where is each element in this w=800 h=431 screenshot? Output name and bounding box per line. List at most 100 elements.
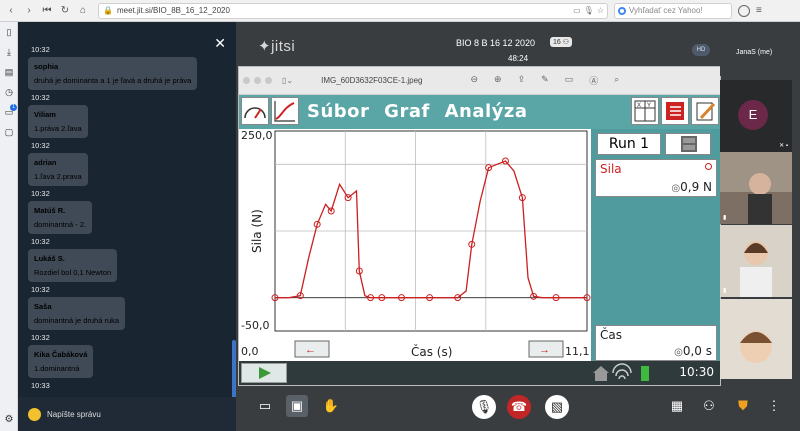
play-button[interactable]	[241, 363, 287, 383]
notebook-icon[interactable]	[691, 97, 719, 125]
emoji-icon[interactable]	[28, 407, 41, 421]
meter-icon[interactable]	[241, 97, 269, 125]
participant-video[interactable]: ▮	[720, 152, 792, 224]
share-icon[interactable]: ⇪	[518, 74, 526, 87]
message-time: 10:32	[31, 141, 50, 150]
bookmark-icon[interactable]: ☆	[597, 6, 604, 15]
time-name: Čas	[600, 328, 622, 342]
home-icon[interactable]: ⌂	[76, 5, 90, 16]
sensor-readout[interactable]: Sila ◎0,9 N	[595, 159, 717, 197]
history-icon[interactable]: ◷	[0, 82, 18, 102]
raise-hand-icon[interactable]: ✋	[320, 395, 342, 417]
first-icon[interactable]: ⏮	[40, 5, 54, 16]
url-text: meet.jit.si/BIO_8B_16_12_2020	[116, 6, 230, 15]
message-time: 10:32	[31, 189, 50, 198]
conference-timer: 48:24	[508, 54, 529, 63]
more-options-icon[interactable]: ⋮	[763, 395, 785, 417]
message-time: 10:32	[31, 285, 50, 294]
close-window-button[interactable]	[243, 77, 250, 84]
force-graph[interactable]: 250,0 -50,0 Sila (N) 0,0 11,1 Čas (s) ← →	[239, 129, 591, 361]
downloads-icon[interactable]: ⤓	[0, 42, 18, 62]
window-icon[interactable]: ▢	[0, 122, 18, 142]
labquest-screen: Súbor Graf Analýza XY 250,0 -50,0 Sila (N)…	[239, 95, 720, 385]
viewer-filename: IMG_60D3632F03CE-1.jpeg	[321, 76, 423, 85]
svg-text:X: X	[637, 103, 641, 109]
labquest-menu[interactable]: Súbor Graf Analýza	[307, 101, 528, 122]
sidebar-toggle-icon[interactable]: ▯⌄	[282, 76, 293, 85]
rotate-icon[interactable]: ▭	[565, 74, 574, 87]
annotate-icon[interactable]: Ⓐ	[589, 74, 598, 87]
reload-icon[interactable]: ↻	[58, 5, 72, 16]
chat-message: Kika Čabáková 1.dominantná	[28, 345, 94, 378]
labquest-clock: 10:30	[679, 365, 714, 379]
gear-icon[interactable]: ⚙	[0, 414, 18, 425]
participant-video[interactable]	[720, 299, 792, 379]
file-cabinet-icon[interactable]	[665, 133, 711, 155]
zero-icon[interactable]: ◎	[671, 183, 680, 194]
markup-icon[interactable]: ✎	[541, 74, 549, 87]
microphone-icon[interactable]: 🎙	[472, 395, 496, 419]
message-text: 1.dominantná	[34, 364, 80, 373]
graph-area[interactable]: 250,0 -50,0 Sila (N) 0,0 11,1 Čas (s) ← →	[239, 129, 591, 361]
time-readout[interactable]: Čas ◎0,0 s	[595, 325, 717, 361]
zoom-out-icon[interactable]: ⊖	[471, 74, 479, 87]
time-value: 0,0 s	[682, 344, 712, 358]
forward-icon[interactable]: ›	[22, 5, 36, 16]
status-icons	[593, 363, 649, 381]
address-bar[interactable]: 🔒 meet.jit.si/BIO_8B_16_12_2020 ▭ 🎙 ☆	[98, 2, 608, 19]
chat-message: sophia druhá je dominanta a 1 je ľavá a d…	[28, 57, 198, 90]
search-icon[interactable]: ⌕	[614, 74, 619, 87]
message-text: 1.práva 2.ľava	[34, 124, 82, 133]
run-selector[interactable]: Run 1	[597, 133, 661, 155]
bookmarks-icon[interactable]: ▯	[0, 22, 18, 42]
message-text: dominantná je druhá ruka	[34, 316, 120, 325]
message-author: Saša	[34, 302, 52, 311]
zoom-in-icon[interactable]: ⊕	[494, 74, 502, 87]
menu-icon[interactable]: ≡	[756, 5, 762, 16]
back-icon[interactable]: ‹	[4, 5, 18, 16]
profile-icon[interactable]	[738, 4, 750, 17]
zoom-window-button[interactable]	[265, 77, 272, 84]
chat-toggle-icon[interactable]: ▭	[254, 395, 276, 417]
security-shield-icon[interactable]: ⛊	[732, 395, 754, 417]
sensor-marker-icon	[705, 163, 712, 170]
camera-off-icon[interactable]: ▧	[545, 395, 569, 419]
screen-share-icon[interactable]: ▣	[286, 395, 308, 417]
notes-icon[interactable]: ▤	[0, 62, 18, 82]
minimize-window-button[interactable]	[254, 77, 261, 84]
camera-permission-icon[interactable]: ▭	[573, 6, 581, 15]
graph-icon[interactable]	[271, 97, 299, 125]
tile-view-icon[interactable]: ▦	[666, 395, 688, 417]
table-icon[interactable]: XY	[631, 97, 659, 125]
mic-permission-icon[interactable]: 🎙	[584, 6, 594, 15]
x-axis-label: Čas (s)	[411, 344, 452, 359]
chat-input[interactable]: Napíšte správu	[18, 397, 236, 431]
notification-badge: 1	[10, 104, 17, 111]
notes-list-icon[interactable]	[661, 97, 689, 125]
y-tick-label: -50,0	[241, 319, 269, 332]
search-input[interactable]: Vyhľadať cez Yahoo!	[614, 2, 732, 19]
chat-message: Lukáš S. Rozdiel bol 0,1 Newton	[28, 249, 118, 282]
tabs-icon[interactable]: ▭ 1	[0, 102, 18, 122]
zero-time-icon[interactable]: ◎	[674, 347, 683, 358]
message-author: sophia	[34, 62, 59, 71]
participant-count-value: 16	[553, 39, 561, 46]
svg-text:Y: Y	[647, 103, 651, 109]
logo-text: jitsi	[271, 38, 296, 55]
participant-count[interactable]: 16 ⚇	[550, 37, 573, 47]
lock-icon: 🔒	[103, 6, 113, 15]
message-text: druhá je dominanta a 1 je ľavá a druhá j…	[34, 76, 192, 85]
message-text: Rozdiel bol 0,1 Newton	[34, 268, 112, 277]
browser-sidebar: ▯ ⤓ ▤ ◷ ▭ 1 ▢ ⚙	[0, 22, 18, 431]
participant-thumbnail[interactable]: E ✕ ▪	[720, 80, 792, 152]
x-tick-label: 0,0	[241, 345, 259, 358]
search-placeholder: Vyhľadať cez Yahoo!	[629, 6, 703, 15]
arrow-icon: ←	[305, 344, 316, 356]
self-thumbnail[interactable]	[720, 40, 792, 76]
search-engine-icon	[618, 6, 626, 15]
message-author: adrian	[34, 158, 57, 167]
message-text: 1.ľava 2.prava	[34, 172, 82, 181]
hangup-icon[interactable]: ☎	[507, 395, 531, 419]
participant-video[interactable]: ▮	[720, 225, 792, 297]
invite-icon[interactable]: ⚇	[698, 395, 720, 417]
